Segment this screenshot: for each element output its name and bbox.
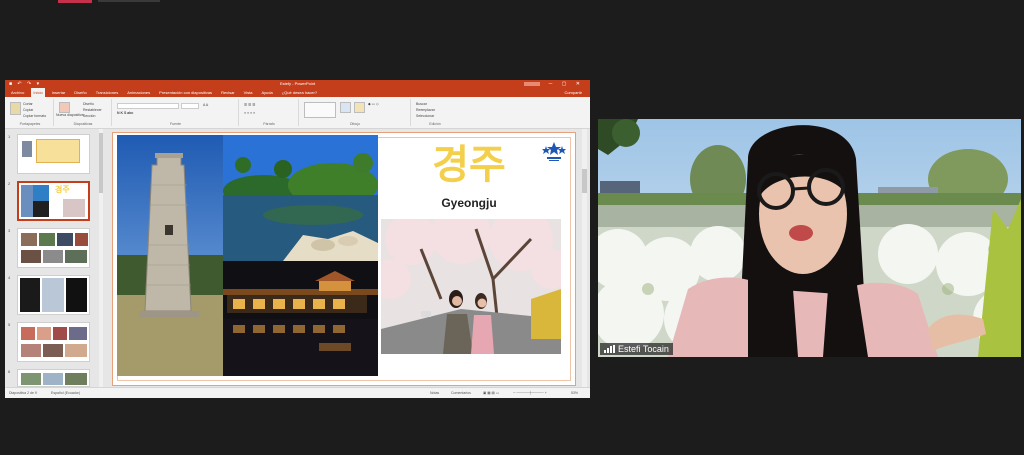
zoom-slider[interactable]: ─ ─────┼───── + — [513, 388, 547, 398]
tab-review[interactable]: Revisar — [219, 88, 237, 97]
slide-scrollbar[interactable] — [582, 129, 587, 388]
ppt-title-bar: ■ ↶ ↷ ▾ Estefy - PowerPoint ─ ▢ ✕ — [5, 80, 590, 88]
replace-button[interactable]: Reemplazar — [416, 108, 435, 112]
ppt-status-bar: Diapositiva 2 de 9 Español (Ecuador) Not… — [5, 387, 590, 398]
slide-title-english: Gyeongju — [441, 196, 497, 210]
thumb-number: 1 — [8, 134, 11, 139]
participant-video[interactable]: Estefi Tocain — [598, 119, 1021, 357]
thumb-number: 6 — [8, 369, 11, 374]
tell-me-search[interactable]: ¿Qué desea hacer? — [280, 88, 319, 97]
tab-transitions[interactable]: Transiciones — [94, 88, 121, 97]
group-label-drawing: Dibujo — [350, 122, 360, 126]
zoom-level[interactable]: 53% — [571, 388, 578, 398]
ribbon-group-paragraph: ☰ ☰ ☰ ≡ ≡ ≡ ≡ Párrafo — [240, 99, 299, 126]
ribbon-group-editing: Buscar Reemplazar Seleccionar Edición — [412, 99, 458, 126]
find-button[interactable]: Buscar — [416, 102, 427, 106]
group-label-clipboard: Portapapeles — [19, 122, 41, 126]
participant-name: Estefi Tocain — [618, 344, 669, 354]
new-slide-icon[interactable] — [59, 102, 70, 113]
photo-cherry-blossom — [381, 219, 561, 354]
slide-thumbnail-6[interactable] — [17, 369, 90, 387]
tab-home[interactable]: Inicio — [31, 88, 45, 97]
window-title: Estefy - PowerPoint — [279, 81, 316, 86]
view-buttons[interactable]: ▣ ▦ ▤ ▭ — [483, 388, 499, 398]
photo-pond-landscape — [223, 135, 378, 261]
notes-button[interactable]: Notas — [430, 388, 439, 398]
shapes-gallery[interactable] — [304, 102, 336, 118]
quick-styles-icon[interactable] — [354, 102, 365, 113]
slide-thumbnails-pane: 1 2 경주 3 4 5 6 — [5, 129, 97, 388]
format-painter-button[interactable]: Copiar formato — [23, 114, 46, 118]
thumbnail-scrollbar[interactable] — [99, 129, 103, 388]
layout-button[interactable]: Diseño — [83, 102, 94, 106]
new-slide-button[interactable]: Nueva diapositiva — [56, 113, 84, 117]
comments-button[interactable]: Comentarios — [451, 388, 471, 398]
font-style-buttons[interactable]: N K S abc — [117, 111, 133, 115]
group-label-editing: Edición — [429, 122, 441, 126]
workspace: 1 2 경주 3 4 5 6 경주 Gyeongju — [5, 129, 590, 388]
window-controls[interactable]: ─ ▢ ✕ — [549, 80, 584, 88]
connection-signal-icon — [604, 345, 615, 353]
slide-thumbnail-4[interactable] — [17, 275, 90, 315]
thumb-number: 3 — [8, 228, 11, 233]
photo-cheomseongdae — [117, 135, 223, 376]
slide-counter: Diapositiva 2 de 9 — [9, 391, 37, 395]
select-button[interactable]: Seleccionar — [416, 114, 434, 118]
slide-thumbnail-2[interactable]: 경주 — [17, 181, 90, 221]
thumb-number: 2 — [8, 181, 11, 186]
group-label-paragraph: Párrafo — [263, 122, 275, 126]
font-size-select[interactable] — [181, 103, 199, 109]
slide-thumbnail-1[interactable] — [17, 134, 90, 174]
group-label-slides: Diapositivas — [73, 122, 93, 126]
ribbon-group-slides: Nueva diapositiva Diseño Restablecer Sec… — [55, 99, 112, 126]
reset-button[interactable]: Restablecer — [83, 108, 102, 112]
slide-thumbnail-5[interactable] — [17, 322, 90, 362]
language-indicator[interactable]: Español (Ecuador) — [51, 388, 80, 398]
slide-thumbnail-3[interactable] — [17, 228, 90, 268]
current-slide[interactable]: 경주 Gyeongju — [112, 132, 576, 386]
tab-insert[interactable]: Insertar — [50, 88, 68, 97]
participant-name-bar: Estefi Tocain — [600, 343, 673, 355]
tab-help[interactable]: Ayuda — [259, 88, 274, 97]
slide-canvas: 경주 Gyeongju — [109, 129, 579, 388]
shared-screen: ■ ↶ ↷ ▾ Estefy - PowerPoint ─ ▢ ✕ Archiv… — [5, 80, 590, 398]
ribbon: Cortar Copiar Copiar formato Portapapele… — [5, 97, 590, 129]
tab-slideshow[interactable]: Presentación con diapositivas — [157, 88, 214, 97]
thumb-number: 5 — [8, 322, 11, 327]
photo-night-palace — [223, 261, 378, 376]
account-button[interactable] — [524, 82, 540, 86]
font-name-select[interactable] — [117, 103, 179, 109]
thumb-number: 4 — [8, 275, 11, 280]
bullets-icon[interactable]: ☰ ☰ ☰ — [244, 103, 255, 107]
arrange-icon[interactable] — [340, 102, 351, 113]
tab-file[interactable]: Archivo — [9, 88, 26, 97]
tab-design[interactable]: Diseño — [72, 88, 88, 97]
tab-animations[interactable]: Animaciones — [125, 88, 152, 97]
group-label-font: Fuente — [170, 122, 181, 126]
slide-title-korean: 경주 — [432, 142, 506, 188]
paste-icon[interactable] — [10, 102, 21, 115]
recording-indicator — [58, 0, 92, 3]
ribbon-tabs: Archivo Inicio Insertar Diseño Transicio… — [5, 88, 590, 97]
top-bar-control[interactable] — [98, 0, 160, 2]
cut-button[interactable]: Cortar — [23, 102, 33, 106]
university-logo — [541, 141, 567, 163]
align-icons[interactable]: ≡ ≡ ≡ ≡ — [244, 111, 255, 115]
share-button[interactable]: Compartir — [564, 88, 582, 97]
meeting-top-bar — [0, 0, 1024, 4]
ribbon-group-clipboard: Cortar Copiar Copiar formato Portapapele… — [7, 99, 54, 126]
shape-fill-button[interactable]: ◆ ▭ ◇ — [368, 102, 379, 106]
ribbon-group-drawing: ◆ ▭ ◇ Dibujo — [300, 99, 411, 126]
tab-view[interactable]: Vista — [242, 88, 255, 97]
copy-button[interactable]: Copiar — [23, 108, 33, 112]
section-button[interactable]: Sección — [83, 114, 95, 118]
ribbon-group-font: N K S abc A A Fuente — [113, 99, 239, 126]
font-grow-icon[interactable]: A A — [203, 103, 208, 107]
